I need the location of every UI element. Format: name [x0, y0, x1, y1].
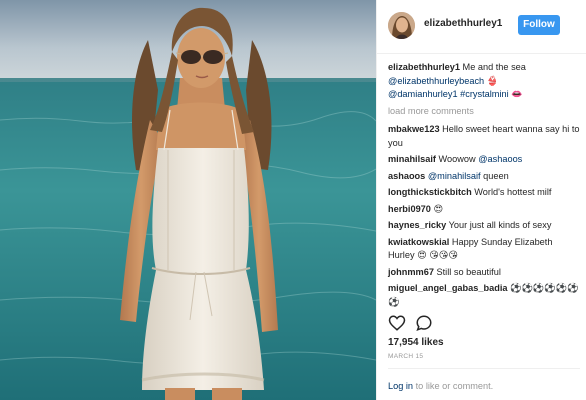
caption-mention-beach[interactable]: @elizabethhurleybeach [388, 76, 484, 86]
comment-text: Your just all kinds of sexy [446, 220, 552, 230]
comment-username[interactable]: longthickstickbitch [388, 187, 472, 197]
follow-button[interactable]: Follow [518, 15, 560, 35]
comment-username[interactable]: herbi0970 [388, 204, 431, 214]
comment-username[interactable]: kwiatkowskial [388, 237, 449, 247]
post-details-panel: elizabethhurley1 Follow elizabethhurley1… [376, 0, 586, 400]
comments-section: elizabethhurley1 Me and the sea @elizabe… [388, 61, 580, 312]
comment-username[interactable]: haynes_ricky [388, 220, 446, 230]
comment-row: johnmm67 Still so beautiful [388, 266, 580, 280]
comment-text: queen [480, 170, 509, 181]
likes-count[interactable]: 17,954 likes [388, 337, 444, 348]
comment-text: Still so beautiful [433, 266, 501, 277]
comment-username[interactable]: miguel_angel_gabas_badia [388, 283, 507, 293]
comment-username[interactable]: minahilsaif [388, 154, 436, 164]
comment-bubble-icon[interactable] [415, 314, 435, 334]
post-caption: elizabethhurley1 Me and the sea @elizabe… [388, 61, 580, 102]
comment-mention[interactable]: @ashaoos [478, 154, 522, 164]
comment-username[interactable]: ashaoos [388, 171, 425, 181]
comment-username[interactable]: mbakwe123 [388, 124, 440, 134]
header-username[interactable]: elizabethhurley1 [424, 18, 502, 29]
divider [388, 368, 580, 369]
comment-row: miguel_angel_gabas_badia ⚽⚽⚽⚽⚽⚽⚽ [388, 282, 580, 309]
comment-text: 😍 [430, 203, 444, 214]
comment-username[interactable]: johnmm67 [388, 267, 434, 277]
caption-text: Me and the sea [460, 62, 526, 72]
comment-row: haynes_ricky Your just all kinds of sexy [388, 219, 580, 233]
avatar[interactable] [388, 12, 415, 39]
caption-hashtag[interactable]: #crystalmini [458, 89, 509, 99]
comment-text: Woowow [436, 154, 479, 164]
post-photo[interactable] [0, 0, 376, 400]
post-actions [388, 314, 580, 334]
post-date: MARCH 15 [388, 353, 424, 360]
instagram-post: elizabethhurley1 Follow elizabethhurley1… [0, 0, 586, 400]
comment-row: longthickstickbitch World's hottest milf [388, 186, 580, 200]
caption-emoji-lips: 👄 [508, 89, 523, 99]
comment-row: kwiatkowskial Happy Sunday Elizabeth Hur… [388, 236, 580, 263]
post-header: elizabethhurley1 Follow [377, 0, 586, 54]
comment-row: herbi0970 😍 [388, 203, 580, 217]
caption-username[interactable]: elizabethhurley1 [388, 62, 460, 72]
caption-mention-damian[interactable]: @damianhurley1 [388, 89, 458, 99]
login-link[interactable]: Log in [388, 381, 413, 391]
login-prompt: Log in to like or comment. [388, 381, 493, 391]
load-more-comments-link[interactable]: load more comments [388, 105, 580, 119]
heart-icon[interactable] [388, 314, 408, 334]
avatar-image [388, 12, 415, 39]
comment-mention[interactable]: @minahilsaif [425, 171, 481, 181]
comment-row: mbakwe123 Hello sweet heart wanna say hi… [388, 123, 580, 150]
login-prompt-text: to like or comment. [413, 381, 494, 391]
comment-row: ashaoos @minahilsaif queen [388, 170, 580, 184]
beach-photo-image [0, 0, 376, 400]
comment-text: World's hottest milf [471, 187, 552, 197]
comment-row: minahilsaif Woowow @ashaoos [388, 153, 580, 167]
caption-emoji-bikini: 👙 [484, 75, 499, 86]
